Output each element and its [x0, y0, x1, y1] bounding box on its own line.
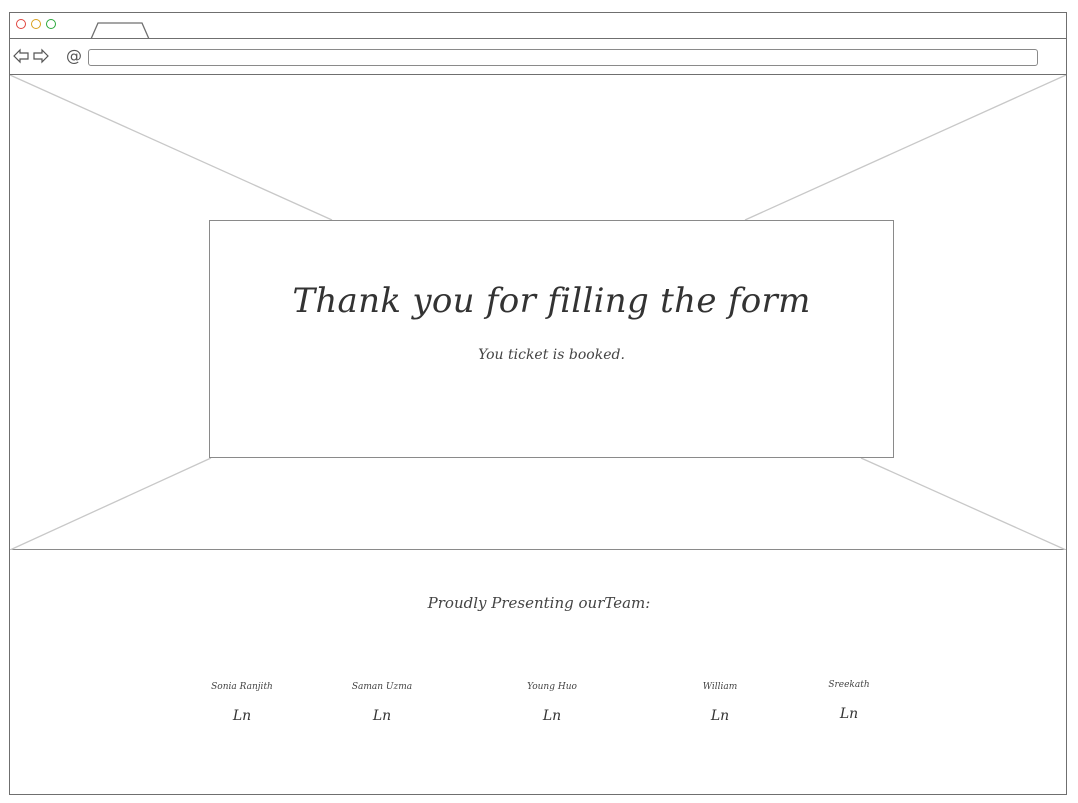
team-member-name: William: [702, 682, 738, 692]
linkedin-icon[interactable]: Ln: [322, 708, 442, 724]
team-member: Young Huo Ln: [492, 682, 612, 724]
team-member: Saman Uzma Ln: [322, 682, 442, 724]
address-bar[interactable]: [88, 49, 1038, 66]
booking-status-text: You ticket is booked.: [478, 347, 625, 363]
hero-image-placeholder: Thank you for filling the form You ticke…: [10, 75, 1066, 550]
team-member-name: Sonia Ranjith: [211, 682, 273, 692]
forward-arrow-icon[interactable]: [32, 48, 50, 64]
linkedin-icon[interactable]: Ln: [660, 708, 780, 724]
title-bar: [10, 13, 1066, 39]
team-member-name: Young Huo: [527, 682, 577, 692]
confirmation-panel: Thank you for filling the form You ticke…: [209, 220, 894, 458]
linkedin-icon[interactable]: Ln: [182, 708, 302, 724]
team-member: Sreekath Ln: [789, 680, 909, 722]
back-arrow-icon[interactable]: [12, 48, 30, 64]
minimize-window-icon[interactable]: [31, 19, 41, 29]
page-title: Thank you for filling the form: [292, 281, 811, 321]
team-member-name: Saman Uzma: [351, 682, 413, 692]
browser-window: @ Thank you for filling the form You tic…: [9, 12, 1067, 795]
linkedin-icon[interactable]: Ln: [789, 706, 909, 722]
team-heading: Proudly Presenting ourTeam:: [427, 594, 651, 612]
site-info-icon[interactable]: @: [66, 46, 82, 65]
team-member-name: Sreekath: [828, 680, 870, 690]
maximize-window-icon[interactable]: [46, 19, 56, 29]
team-member: Sonia Ranjith Ln: [182, 682, 302, 724]
navigation-bar: @: [10, 39, 1066, 75]
browser-tab[interactable]: [90, 22, 150, 39]
close-window-icon[interactable]: [16, 19, 26, 29]
team-member: William Ln: [660, 682, 780, 724]
linkedin-icon[interactable]: Ln: [492, 708, 612, 724]
